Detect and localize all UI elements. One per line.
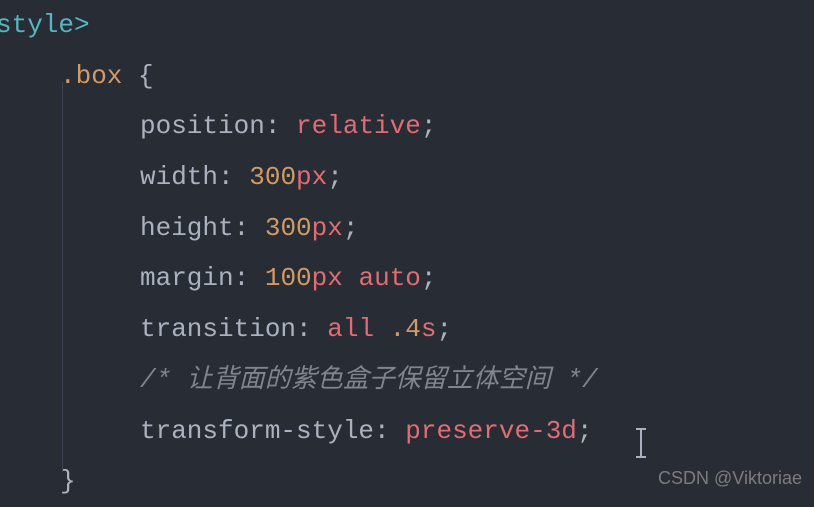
css-property: width [140,162,218,192]
semicolon: ; [437,314,453,344]
colon: : [218,162,249,192]
text-cursor-icon [640,428,642,458]
css-property: transform-style [140,416,374,446]
code-line: height: 300px; [0,203,814,254]
colon: : [234,263,265,293]
watermark: CSDN @Viktoriae [658,461,802,496]
colon: : [374,416,405,446]
css-property: margin [140,263,234,293]
css-number: 100 [265,263,312,293]
code-line: transition: all .4s; [0,304,814,355]
css-property: transition [140,314,296,344]
code-line: width: 300px; [0,152,814,203]
css-comment: /* 让背面的紫色盒子保留立体空间 */ [140,365,598,395]
style-tag: style> [0,10,90,40]
css-value: preserve-3d [405,416,577,446]
semicolon: ; [421,263,437,293]
css-value: auto [358,263,420,293]
css-unit: px [296,162,327,192]
css-number: .4 [390,314,421,344]
semicolon: ; [327,162,343,192]
colon: : [296,314,327,344]
css-unit: px [312,263,343,293]
code-line: position: relative; [0,101,814,152]
colon: : [234,213,265,243]
colon: : [265,111,296,141]
code-line: style> [0,0,814,51]
code-line: /* 让背面的紫色盒子保留立体空间 */ [0,355,814,406]
css-unit: px [312,213,343,243]
semicolon: ; [577,416,593,446]
code-line: .box { [0,51,814,102]
indent-guide [62,82,63,472]
css-property: position [140,111,265,141]
semicolon: ; [421,111,437,141]
css-value: relative [296,111,421,141]
css-property: height [140,213,234,243]
code-line: transform-style: preserve-3d; [0,406,814,457]
open-brace: { [138,61,154,91]
css-selector: .box [60,61,122,91]
code-block: style> .box { position: relative; width:… [0,0,814,507]
css-number: 300 [249,162,296,192]
css-number: 300 [265,213,312,243]
semicolon: ; [343,213,359,243]
code-line: margin: 100px auto; [0,253,814,304]
css-value: all [327,314,374,344]
css-unit: s [421,314,437,344]
